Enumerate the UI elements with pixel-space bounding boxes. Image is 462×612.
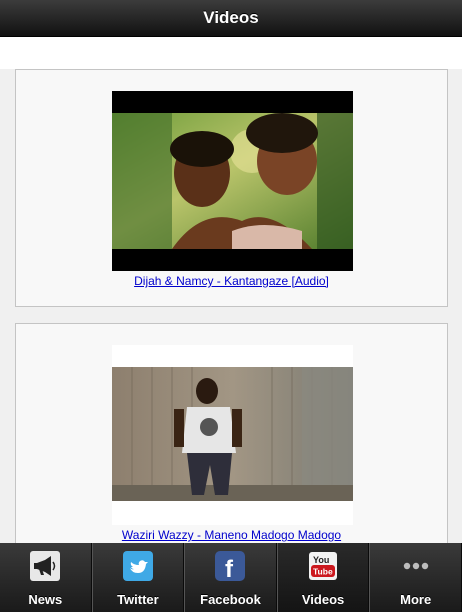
video-list[interactable]: Dijah & Namcy - Kantangaze [Audio] Wazir… [0,37,462,543]
svg-text:You: You [313,555,329,565]
tab-news[interactable]: News [0,543,92,612]
video-card[interactable]: Dijah & Namcy - Kantangaze [Audio] [15,69,448,307]
tab-label: More [400,592,432,607]
megaphone-icon [29,550,61,582]
header-bar: Videos [0,0,462,37]
video-thumbnail[interactable] [112,345,353,525]
tab-more[interactable]: More [369,543,462,612]
page-title: Videos [203,8,259,27]
tab-twitter[interactable]: Twitter [91,543,185,612]
svg-text:f: f [225,556,234,581]
tab-label: News [28,592,63,607]
tab-label: Twitter [117,592,159,607]
tab-label: Facebook [200,592,261,607]
video-thumbnail[interactable] [112,91,353,271]
content-top-spacer [0,37,462,69]
video-title-link[interactable]: Waziri Wazzy - Maneno Madogo Madogo [16,528,447,542]
video-title-link[interactable]: Dijah & Namcy - Kantangaze [Audio] [16,274,447,288]
twitter-bird-icon [122,550,154,582]
tab-videos[interactable]: You Tube Videos [276,543,370,612]
more-dots-icon [400,550,432,582]
bottom-tab-bar: News Twitter f Facebook You Tube Videos … [0,543,462,612]
tab-facebook[interactable]: f Facebook [184,543,277,612]
tab-label: Videos [301,592,345,607]
youtube-icon: You Tube [307,550,339,582]
facebook-icon: f [214,550,246,582]
svg-text:Tube: Tube [313,567,333,577]
video-card[interactable]: Waziri Wazzy - Maneno Madogo Madogo [15,323,448,543]
